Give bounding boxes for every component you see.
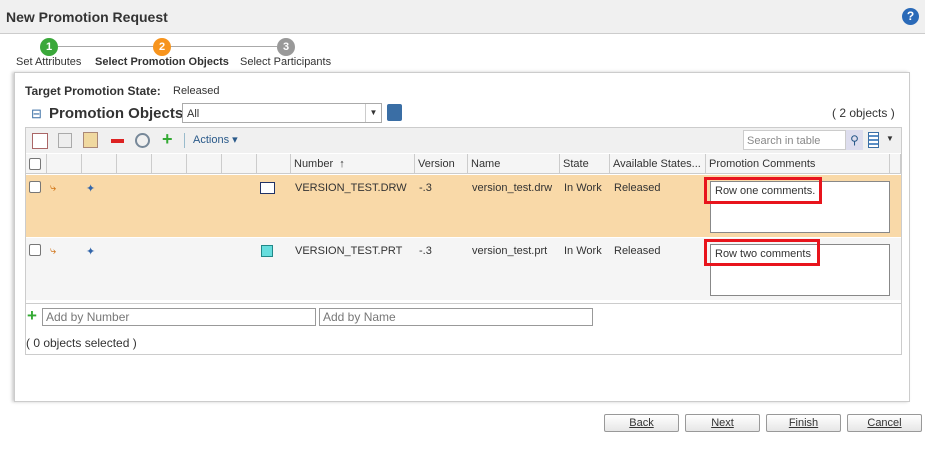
select-all-header — [26, 154, 47, 174]
structure-icon: ⤷ — [50, 245, 57, 257]
cell-number[interactable]: VERSION_TEST.PRT — [295, 245, 402, 257]
highlight-box — [704, 177, 822, 204]
column-header-available-states[interactable]: Available States... — [610, 154, 706, 174]
copy-icon[interactable] — [58, 133, 72, 148]
column-header-version[interactable]: Version — [415, 154, 468, 174]
cell-name[interactable]: version_test.drw — [472, 182, 552, 194]
info-icon[interactable]: ✦ — [86, 245, 95, 258]
table-toolbar: + Actions ▾ Search in table ⚲ ▼ — [26, 128, 901, 153]
select-all-checkbox[interactable] — [29, 158, 41, 170]
highlight-box — [704, 239, 820, 266]
column-header — [152, 154, 187, 174]
actions-label: Actions — [193, 134, 230, 146]
column-header-name[interactable]: Name — [468, 154, 560, 174]
reset-icon[interactable] — [135, 133, 150, 148]
cell-state: In Work — [564, 182, 602, 194]
target-state-value: Released — [173, 85, 220, 97]
view-select-value: All — [187, 108, 200, 120]
cell-available-states: Released — [614, 182, 661, 194]
row-checkbox[interactable] — [29, 181, 41, 193]
step-connector — [170, 46, 277, 47]
search-icon[interactable]: ⚲ — [846, 130, 863, 150]
drawing-icon — [260, 182, 275, 194]
actions-menu[interactable]: Actions ▾ — [193, 133, 238, 146]
help-icon[interactable]: ? — [902, 8, 919, 25]
column-header — [890, 154, 901, 174]
row-checkbox[interactable] — [29, 244, 41, 256]
column-header — [82, 154, 117, 174]
search-input[interactable]: Search in table — [743, 130, 846, 150]
next-button[interactable]: Next — [685, 414, 760, 432]
step-2-label[interactable]: Select Promotion Objects — [95, 56, 229, 68]
remove-icon[interactable] — [111, 139, 124, 143]
part-icon — [261, 245, 273, 257]
step-1-label[interactable]: Set Attributes — [16, 56, 81, 68]
page-title: New Promotion Request — [6, 9, 168, 25]
step-3-label[interactable]: Select Participants — [240, 56, 331, 68]
cell-version: -.3 — [419, 245, 432, 257]
save-view-icon[interactable] — [387, 104, 402, 121]
chevron-down-icon[interactable]: ▼ — [886, 134, 894, 143]
add-by-number-input[interactable]: Add by Number — [42, 308, 316, 326]
chevron-down-icon: ▼ — [365, 104, 381, 122]
step-1-icon[interactable]: 1 — [40, 38, 58, 56]
paste-icon[interactable] — [83, 132, 98, 148]
cell-name[interactable]: version_test.prt — [472, 245, 547, 257]
toolbar-divider — [184, 133, 185, 148]
column-header — [222, 154, 257, 174]
column-header — [257, 154, 291, 174]
add-by-name-input[interactable]: Add by Name — [319, 308, 593, 326]
sort-ascending-icon: ↑ — [339, 158, 345, 170]
finish-button[interactable]: Finish — [766, 414, 841, 432]
column-header — [47, 154, 82, 174]
divider — [26, 303, 901, 304]
number-header-label: Number — [294, 158, 334, 170]
insert-structure-icon[interactable] — [32, 133, 48, 149]
step-connector — [58, 46, 154, 47]
step-3-icon[interactable]: 3 — [277, 38, 295, 56]
step-2-icon[interactable]: 2 — [153, 38, 171, 56]
column-header — [117, 154, 152, 174]
cell-state: In Work — [564, 245, 602, 257]
cell-number[interactable]: VERSION_TEST.DRW — [295, 182, 407, 194]
info-icon[interactable]: ✦ — [86, 182, 95, 195]
section-title: Promotion Objects — [49, 105, 184, 122]
view-select[interactable]: All ▼ — [182, 103, 382, 123]
column-config-icon[interactable] — [868, 132, 879, 148]
collapse-icon[interactable]: ⊟ — [31, 106, 42, 122]
object-count: ( 2 objects ) — [832, 106, 895, 120]
target-state-label: Target Promotion State: — [25, 84, 161, 98]
cell-available-states: Released — [614, 245, 661, 257]
back-button[interactable]: Back — [604, 414, 679, 432]
column-header — [187, 154, 222, 174]
add-icon[interactable]: + — [162, 129, 173, 150]
add-icon: + — [27, 306, 37, 325]
structure-icon: ⤷ — [50, 182, 57, 194]
cancel-button[interactable]: Cancel — [847, 414, 922, 432]
column-header-number[interactable]: Number ↑ — [291, 154, 415, 174]
cell-version: -.3 — [419, 182, 432, 194]
selected-count: ( 0 objects selected ) — [26, 336, 137, 350]
column-header-state[interactable]: State — [560, 154, 610, 174]
column-header-promotion-comments[interactable]: Promotion Comments — [706, 154, 890, 174]
